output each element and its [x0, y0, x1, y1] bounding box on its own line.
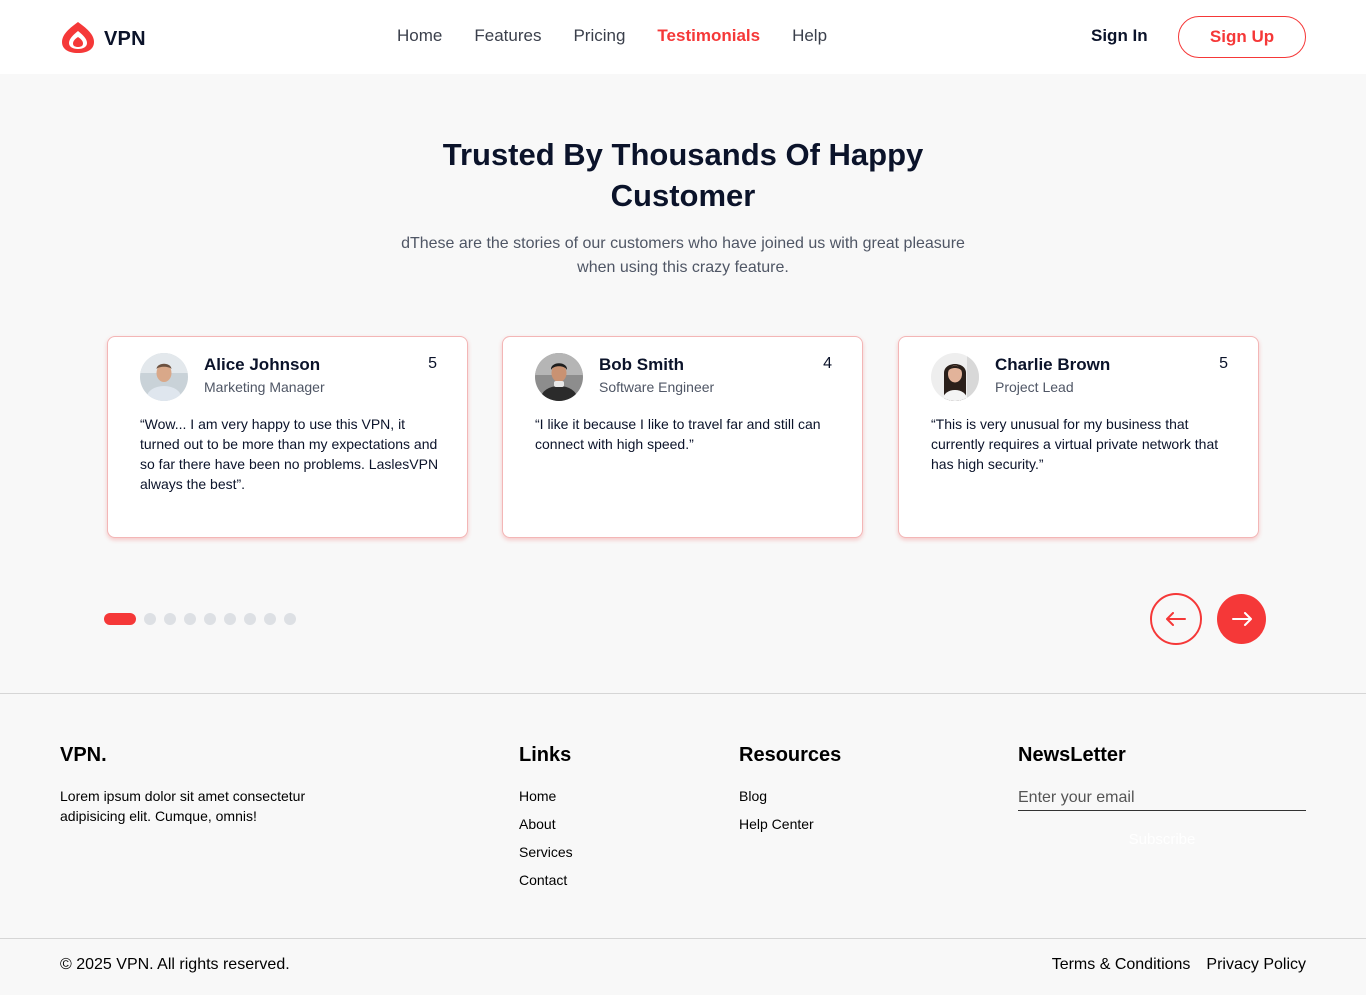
testimonial-quote: “Wow... I am very happy to use this VPN,… [140, 416, 439, 492]
nav-link-features[interactable]: Features [474, 26, 541, 46]
slider-dot-active[interactable] [104, 613, 136, 625]
footer-link-about[interactable]: About [519, 814, 573, 842]
main-nav: Home Features Pricing Testimonials Help [397, 26, 859, 46]
slider-dot[interactable] [184, 613, 196, 625]
reviewer-role: Marketing Manager [204, 379, 325, 395]
copyright-text: © 2025 VPN. All rights reserved. [60, 956, 290, 973]
slider-dot[interactable] [244, 613, 256, 625]
brand-name: VPN [104, 28, 146, 50]
nav-link-pricing[interactable]: Pricing [573, 26, 625, 46]
slider-dot[interactable] [224, 613, 236, 625]
avatar [140, 353, 188, 401]
testimonial-card: Alice Johnson Marketing Manager 5 “Wow..… [107, 336, 468, 538]
terms-link[interactable]: Terms & Conditions [1052, 956, 1191, 974]
footer-link-help-center[interactable]: Help Center [739, 814, 814, 842]
testimonial-card: Bob Smith Software Engineer 4 “I like it… [502, 336, 863, 538]
newsletter-email-input[interactable] [1018, 786, 1306, 811]
avatar-man-light-shirt-icon [140, 353, 188, 401]
reviewer-role: Software Engineer [599, 379, 715, 395]
footer-link-blog[interactable]: Blog [739, 786, 814, 814]
slider-pagination [104, 613, 304, 625]
reviewer-name: Charlie Brown [995, 355, 1111, 374]
slider-dot[interactable] [144, 613, 156, 625]
slider-dot[interactable] [164, 613, 176, 625]
site-header: VPN Home Features Pricing Testimonials H… [0, 0, 1366, 74]
footer-resources-heading: Resources [739, 744, 842, 766]
footer-link-home[interactable]: Home [519, 786, 573, 814]
sign-in-link[interactable]: Sign In [1091, 26, 1148, 46]
footer-links-heading: Links [519, 744, 572, 766]
reviewer-role: Project Lead [995, 379, 1074, 395]
testimonial-quote: “I like it because I like to travel far … [535, 416, 821, 452]
sign-up-button[interactable]: Sign Up [1178, 16, 1306, 58]
avatar [535, 353, 583, 401]
avatar-man-dark-jacket-icon [535, 353, 583, 401]
arrow-right-icon [1231, 612, 1252, 626]
arrow-left-icon [1166, 612, 1186, 626]
avatar-woman-dark-hair-icon [931, 353, 979, 401]
testimonial-quote: “This is very unusual for my business th… [931, 416, 1219, 472]
footer-link-services[interactable]: Services [519, 842, 573, 870]
footer-bottom-divider [0, 938, 1366, 939]
footer-resources-list: Blog Help Center [739, 786, 814, 842]
footer-link-contact[interactable]: Contact [519, 870, 573, 898]
previous-slide-button[interactable] [1150, 593, 1202, 645]
section-subtitle: dThese are the stories of our customers … [401, 235, 965, 276]
footer-divider [0, 693, 1366, 694]
reviewer-name: Bob Smith [599, 355, 684, 374]
slider-dot[interactable] [204, 613, 216, 625]
footer-description: Lorem ipsum dolor sit amet consectetur a… [60, 788, 306, 824]
privacy-link[interactable]: Privacy Policy [1206, 956, 1306, 974]
footer-brand: VPN. [60, 744, 107, 766]
nav-link-help[interactable]: Help [792, 26, 827, 46]
slider-dot[interactable] [284, 613, 296, 625]
reviewer-rating: 5 [1219, 355, 1228, 372]
brand-logo[interactable]: VPN [60, 20, 146, 59]
reviewer-rating: 4 [823, 355, 832, 372]
testimonial-card: Charlie Brown Project Lead 5 “This is ve… [898, 336, 1259, 538]
slider-dot[interactable] [264, 613, 276, 625]
avatar [931, 353, 979, 401]
legal-links: Terms & Conditions Privacy Policy [1036, 956, 1306, 974]
section-title: Trusted By Thousands Of Happy Customer [442, 137, 924, 213]
reviewer-rating: 5 [428, 355, 437, 372]
nav-link-testimonials[interactable]: Testimonials [657, 26, 760, 46]
nav-link-home[interactable]: Home [397, 26, 442, 46]
footer-links-list: Home About Services Contact [519, 786, 573, 898]
subscribe-button[interactable]: Subscribe [1018, 826, 1306, 852]
footer-newsletter-heading: NewsLetter [1018, 744, 1126, 766]
vpn-logo-icon [60, 20, 96, 59]
next-slide-button[interactable] [1217, 594, 1266, 644]
reviewer-name: Alice Johnson [204, 355, 321, 374]
